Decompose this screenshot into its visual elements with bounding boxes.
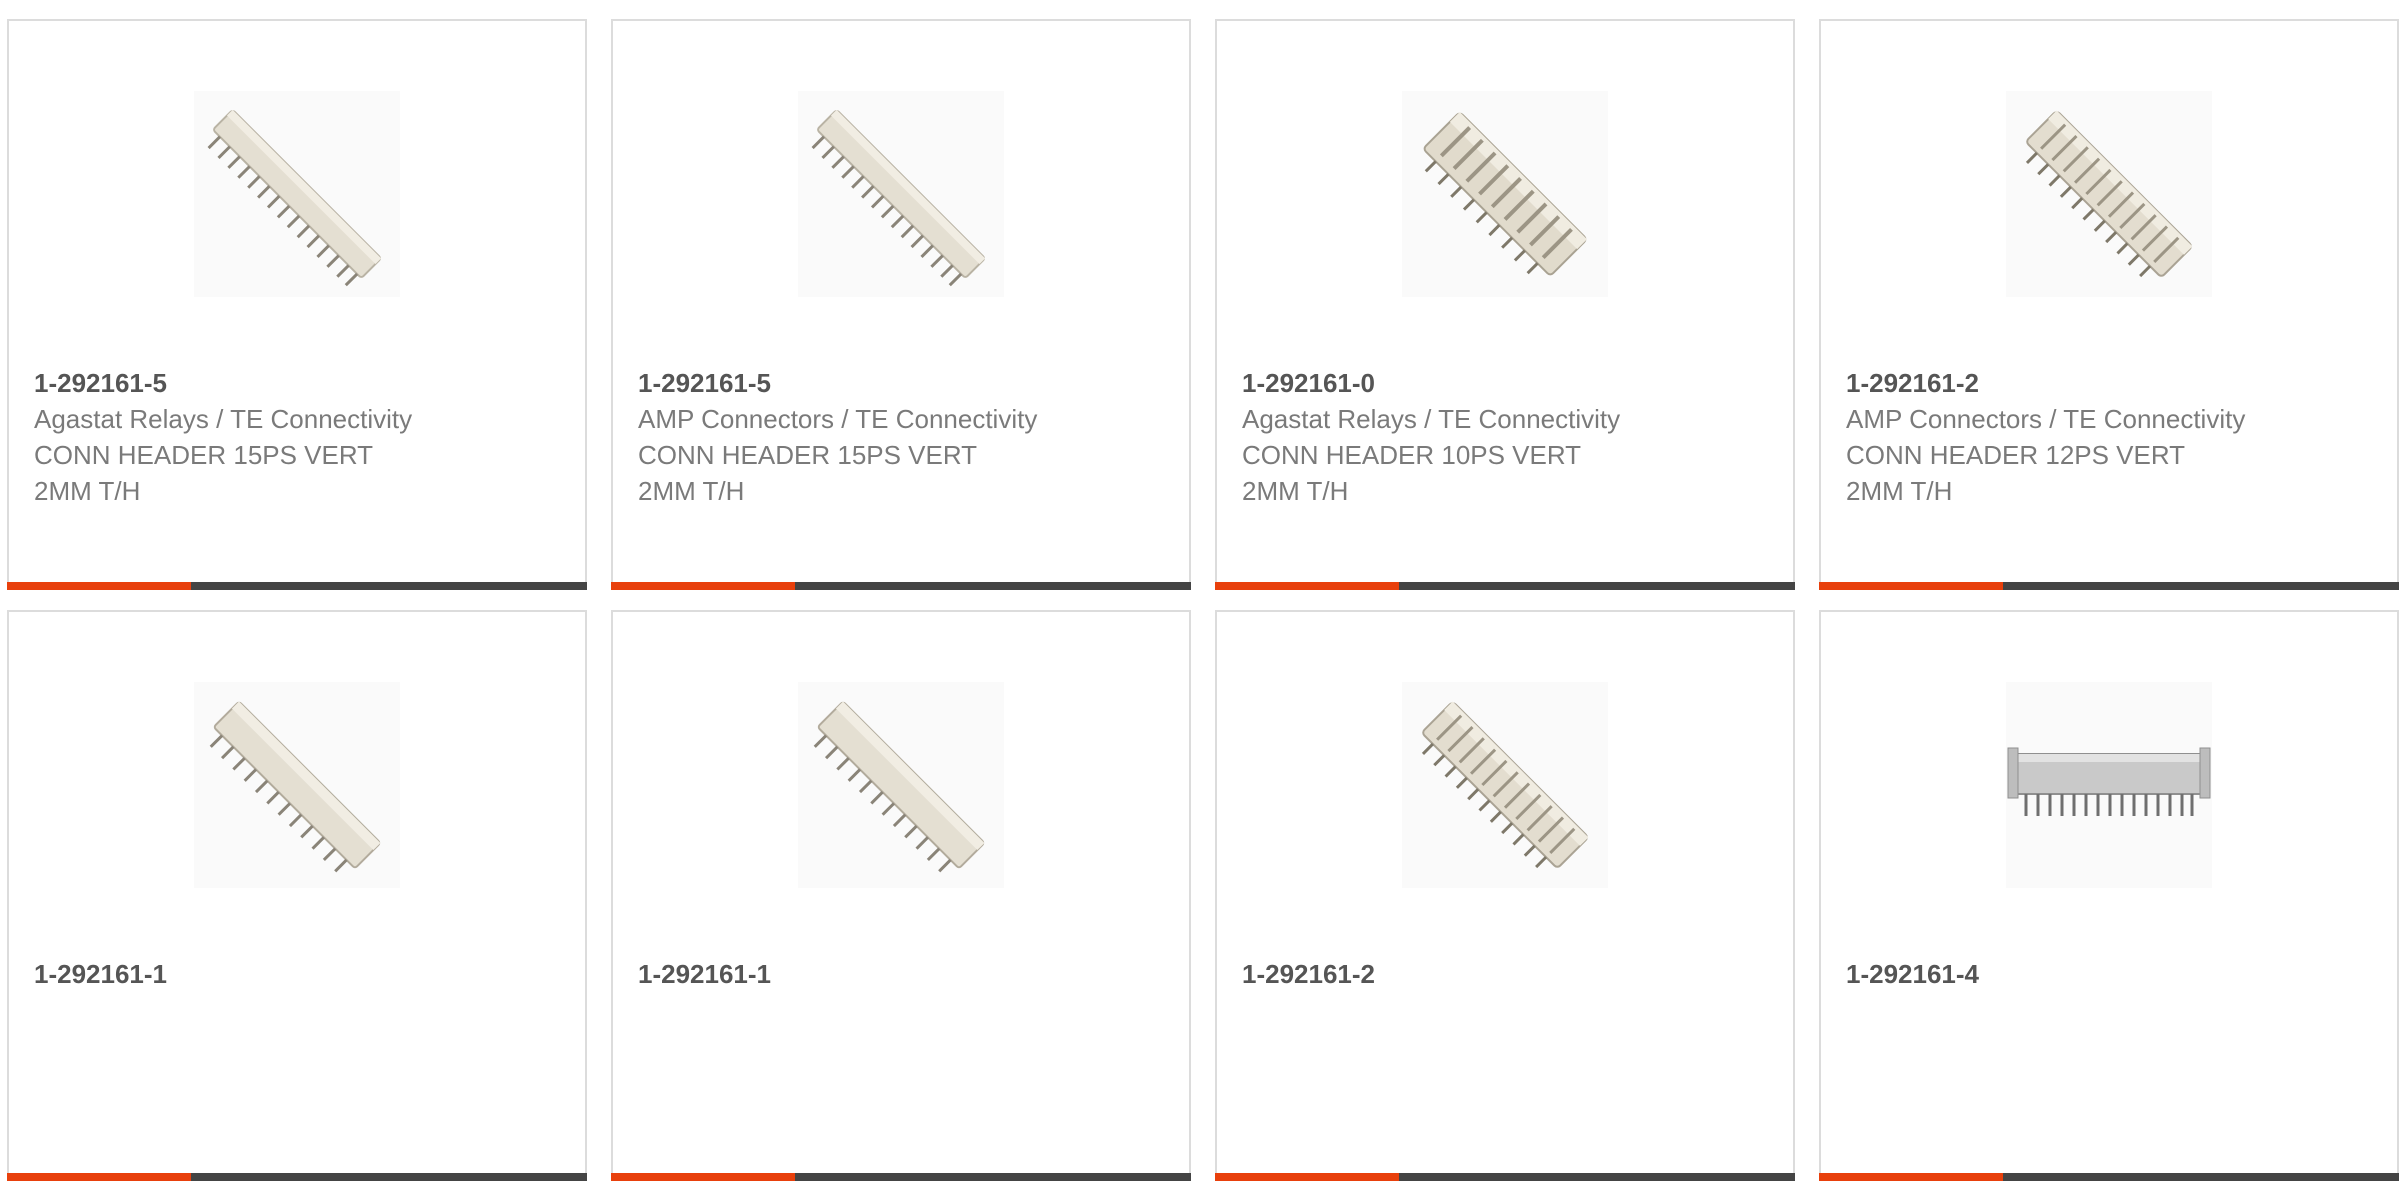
product-card[interactable]: 1-292161-0 Agastat Relays / TE Connectiv… xyxy=(1215,19,1795,590)
description-2: 2MM T/H xyxy=(1846,476,1953,506)
product-card[interactable]: 1-292161-5 Agastat Relays / TE Connectiv… xyxy=(7,19,587,590)
manufacturer: Agastat Relays / TE Connectivity xyxy=(34,404,413,434)
product-info: 1-292161-1 xyxy=(638,956,1069,992)
card-bottom-bar xyxy=(1215,582,1795,590)
card-bottom-bar xyxy=(1215,1173,1795,1181)
connector-header-icon xyxy=(1421,701,1589,869)
product-image[interactable] xyxy=(194,682,400,888)
connector-header-icon xyxy=(2025,110,2193,278)
manufacturer: AMP Connectors / TE Connectivity xyxy=(638,404,1038,434)
part-number[interactable]: 1-292161-5 xyxy=(638,365,1069,401)
part-number[interactable]: 1-292161-2 xyxy=(1242,956,1673,992)
description-2: 2MM T/H xyxy=(1242,476,1349,506)
product-card[interactable]: 1-292161-1 xyxy=(7,610,587,1181)
description-2: 2MM T/H xyxy=(638,476,745,506)
connector-header-icon xyxy=(1423,111,1588,276)
product-image[interactable] xyxy=(798,682,1004,888)
connector-header-icon xyxy=(813,701,985,873)
card-bottom-bar xyxy=(611,582,1191,590)
accent-bar xyxy=(1215,582,1399,590)
product-info: 1-292161-2 AMP Connectors / TE Connectiv… xyxy=(1846,365,2277,509)
accent-bar xyxy=(7,1173,191,1181)
description: CONN HEADER 15PS VERT xyxy=(34,440,374,470)
accent-bar xyxy=(1819,1173,2003,1181)
accent-bar xyxy=(611,1173,795,1181)
description-2: 2MM T/H xyxy=(34,476,141,506)
product-info: 1-292161-5 Agastat Relays / TE Connectiv… xyxy=(34,365,465,509)
product-image[interactable] xyxy=(1402,682,1608,888)
part-number[interactable]: 1-292161-2 xyxy=(1846,365,2277,401)
part-number[interactable]: 1-292161-4 xyxy=(1846,956,2277,992)
card-bottom-bar xyxy=(1819,1173,2399,1181)
product-card[interactable]: 1-292161-1 xyxy=(611,610,1191,1181)
part-number[interactable]: 1-292161-0 xyxy=(1242,365,1673,401)
card-bottom-bar xyxy=(7,582,587,590)
product-image[interactable] xyxy=(194,91,400,297)
description: CONN HEADER 10PS VERT xyxy=(1242,440,1582,470)
part-number[interactable]: 1-292161-1 xyxy=(638,956,1069,992)
card-bottom-bar xyxy=(7,1173,587,1181)
product-image[interactable] xyxy=(798,91,1004,297)
product-info: 1-292161-4 xyxy=(1846,956,2277,992)
product-image[interactable] xyxy=(1402,91,1608,297)
product-image[interactable] xyxy=(2006,682,2212,888)
card-bottom-bar xyxy=(611,1173,1191,1181)
accent-bar xyxy=(1819,582,2003,590)
product-info: 1-292161-0 Agastat Relays / TE Connectiv… xyxy=(1242,365,1673,509)
accent-bar xyxy=(1215,1173,1399,1181)
product-card[interactable]: 1-292161-2 AMP Connectors / TE Connectiv… xyxy=(1819,19,2399,590)
product-info: 1-292161-5 AMP Connectors / TE Connectiv… xyxy=(638,365,1069,509)
description: CONN HEADER 15PS VERT xyxy=(638,440,978,470)
accent-bar xyxy=(7,582,191,590)
part-number[interactable]: 1-292161-5 xyxy=(34,365,465,401)
connector-header-icon xyxy=(207,109,382,287)
part-number[interactable]: 1-292161-1 xyxy=(34,956,465,992)
accent-bar xyxy=(611,582,795,590)
manufacturer: Agastat Relays / TE Connectivity xyxy=(1242,404,1621,434)
product-card[interactable]: 1-292161-5 AMP Connectors / TE Connectiv… xyxy=(611,19,1191,590)
product-info: 1-292161-1 xyxy=(34,956,465,992)
product-card[interactable]: 1-292161-2 xyxy=(1215,610,1795,1181)
manufacturer: AMP Connectors / TE Connectivity xyxy=(1846,404,2246,434)
product-image[interactable] xyxy=(2006,91,2212,297)
connector-header-icon xyxy=(811,109,986,287)
connector-header-icon xyxy=(209,701,381,873)
product-grid: 1-292161-5 Agastat Relays / TE Connectiv… xyxy=(7,19,2400,1181)
connector-header-icon xyxy=(2007,747,2211,816)
product-info: 1-292161-2 xyxy=(1242,956,1673,992)
product-card[interactable]: 1-292161-4 xyxy=(1819,610,2399,1181)
description: CONN HEADER 12PS VERT xyxy=(1846,440,2186,470)
card-bottom-bar xyxy=(1819,582,2399,590)
